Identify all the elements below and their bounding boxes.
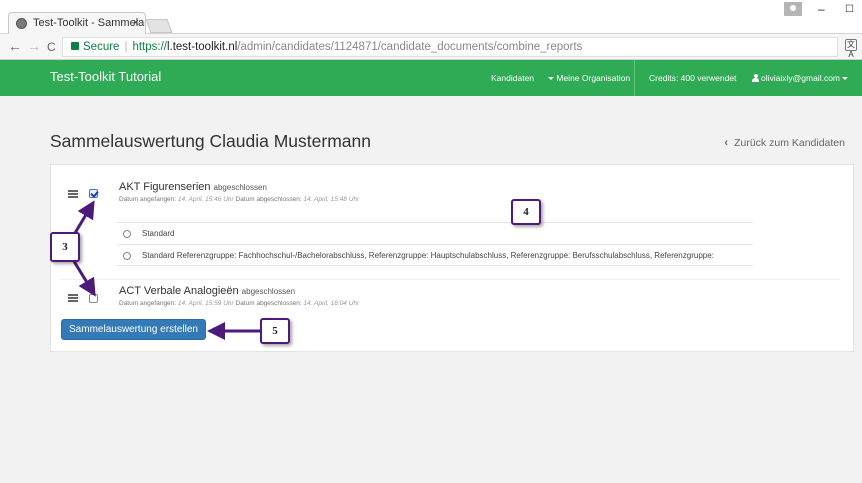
window-user-icon[interactable]: [784, 2, 802, 16]
started-value: 14. April, 15:59 Uhr: [177, 300, 234, 307]
test-title: AKT Figurenserien abgeschlossen: [119, 181, 267, 193]
radio-button[interactable]: [123, 230, 131, 238]
test-title: ACT Verbale Analogieën abgeschlossen: [119, 285, 295, 297]
back-arrow-icon[interactable]: ←: [8, 38, 22, 54]
chevron-left-icon: ‹: [724, 137, 729, 149]
test-checkbox[interactable]: [89, 189, 98, 198]
user-icon: [752, 74, 759, 82]
tab-title: Test-Toolkit - Sammelaus: [33, 17, 146, 29]
lock-icon: [71, 42, 79, 50]
window-minimize-button[interactable]: –: [818, 2, 825, 16]
reload-icon[interactable]: C: [47, 40, 56, 54]
radio-button[interactable]: [123, 252, 131, 260]
site-favicon-icon: [16, 18, 27, 29]
finished-label: Datum abgeschlossen:: [235, 300, 302, 307]
address-bar-row: ← → C Secure | https://l.test-toolkit.nl/a…: [0, 34, 862, 60]
back-to-candidate-link[interactable]: ‹ Zurück zum Kandidaten: [724, 137, 845, 149]
app-navbar: Test-Toolkit Tutorial Kandidaten Meine O…: [0, 60, 862, 96]
test-name: AKT Figurenserien: [119, 181, 211, 193]
secure-label: Secure: [83, 41, 120, 53]
forward-arrow-icon[interactable]: →: [27, 38, 41, 54]
test-status: abgeschlossen: [213, 183, 267, 192]
nav-organisation-label: Meine Organisation: [556, 73, 631, 83]
norm-option[interactable]: Standard Referenzgruppe: Fachhochschul-/…: [117, 244, 753, 266]
norm-option-label: Standard Referenzgruppe: Fachhochschul-/…: [142, 251, 714, 260]
user-menu[interactable]: oliviaixly@gmail.com: [752, 73, 849, 83]
user-email: oliviaixly@gmail.com: [761, 73, 841, 83]
drag-handle-icon[interactable]: [68, 294, 78, 302]
started-label: Datum angefangen:: [119, 196, 177, 203]
tab-strip: Test-Toolkit - Sammelaus × – ☐: [0, 0, 862, 34]
test-checkbox[interactable]: [89, 294, 98, 303]
window-maximize-button[interactable]: ☐: [845, 4, 854, 15]
nav-candidates[interactable]: Kandidaten: [491, 73, 534, 83]
credits-label: Credits: 400 verwendet: [649, 73, 737, 83]
test-status: abgeschlossen: [241, 287, 296, 296]
norm-option-label: Standard: [142, 229, 175, 238]
test-dates: Datum angefangen: 14. April, 15:46 Uhr D…: [119, 196, 359, 203]
nav-organisation[interactable]: Meine Organisation: [548, 73, 630, 83]
url-scheme: https://: [132, 41, 167, 53]
new-tab-button[interactable]: [145, 19, 173, 33]
caret-down-icon: [842, 77, 849, 81]
norm-options: Standard Standard Referenzgruppe: Fachho…: [117, 222, 753, 266]
callout-4: 4: [511, 199, 541, 225]
callout-5: 5: [260, 318, 290, 344]
caret-down-icon: [548, 77, 554, 81]
finished-value: 14. April, 16:04 Uhr: [303, 300, 360, 307]
callout-3: 3: [50, 232, 80, 262]
url-path: /admin/candidates/1124871/candidate_docu…: [237, 41, 583, 53]
test-name: ACT Verbale Analogieën: [119, 285, 239, 297]
tab-close-icon[interactable]: ×: [133, 13, 139, 34]
back-link-label: Zurück zum Kandidaten: [734, 137, 845, 149]
finished-value: 14. April, 15:48 Uhr: [303, 196, 360, 203]
norm-option[interactable]: Standard: [117, 222, 753, 244]
url-host: l.test-toolkit.nl: [166, 41, 238, 53]
url-separator: |: [124, 41, 128, 53]
brand-link[interactable]: Test-Toolkit Tutorial: [50, 69, 161, 84]
page-title: Sammelauswertung Claudia Mustermann: [50, 131, 371, 151]
nav-divider: [634, 60, 635, 96]
browser-chrome: Test-Toolkit - Sammelaus × – ☐ ← → C Sec…: [0, 0, 862, 60]
browser-tab[interactable]: Test-Toolkit - Sammelaus ×: [8, 12, 146, 34]
finished-label: Datum abgeschlossen:: [235, 196, 302, 203]
drag-handle-icon[interactable]: [68, 190, 78, 198]
started-label: Datum angefangen:: [119, 300, 177, 307]
translate-icon[interactable]: 文A: [845, 39, 857, 59]
url-input[interactable]: Secure | https://l.test-toolkit.nl/admin/c…: [62, 37, 838, 57]
started-value: 14. April, 15:46 Uhr: [177, 196, 234, 203]
row-divider: [60, 279, 840, 280]
create-combined-report-button[interactable]: Sammelauswertung erstellen: [61, 319, 206, 340]
test-dates: Datum angefangen: 14. April, 15:59 Uhr D…: [119, 300, 359, 307]
